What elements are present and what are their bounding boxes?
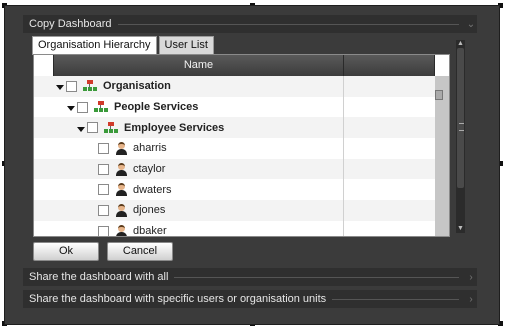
tree-row-ctaylor[interactable]: ctaylor (34, 158, 449, 180)
user-icon (115, 203, 128, 217)
tab-organisation-hierarchy[interactable]: Organisation Hierarchy (32, 36, 157, 55)
share-with-specific-label: Share the dashboard with specific users … (29, 293, 327, 305)
tree-row-aharris[interactable]: aharris (34, 138, 449, 159)
tree-row-label: djones (133, 204, 166, 217)
share-with-all-label: Share the dashboard with all (29, 271, 169, 283)
tab-bar: Organisation Hierarchy User List (32, 36, 216, 55)
chevron-down-icon[interactable] (67, 106, 75, 112)
column-header-name[interactable]: Name (54, 55, 344, 76)
row-checkbox[interactable] (98, 225, 109, 236)
column-header-extra (344, 55, 435, 76)
tree-row-people-services[interactable]: People Services (34, 96, 449, 118)
chevron-right-icon[interactable]: › (465, 294, 477, 305)
grid-body: Organisation People Services Employee Se… (34, 76, 449, 237)
org-chart-icon (94, 101, 108, 113)
grid-header: Name (34, 55, 449, 76)
tree-row-dwaters[interactable]: dwaters (34, 179, 449, 201)
chevron-right-icon[interactable]: › (465, 272, 477, 283)
grip-icon (459, 123, 464, 131)
header-scroll-spacer (435, 55, 449, 76)
tree-row-label: Employee Services (124, 121, 225, 134)
tree-row-label: ctaylor (133, 163, 166, 176)
scroll-up-icon[interactable]: ▲ (456, 40, 465, 48)
user-icon (115, 162, 128, 176)
row-checkbox[interactable] (98, 204, 109, 216)
row-checkbox[interactable] (66, 80, 77, 92)
tab-user-list[interactable]: User List (158, 36, 214, 54)
tree-row-label: dwaters (133, 183, 172, 196)
chevron-down-icon[interactable] (77, 126, 85, 132)
chevron-down-icon[interactable]: ⌄ (465, 19, 477, 30)
org-chart-icon (104, 121, 118, 134)
row-checkbox[interactable] (98, 163, 109, 175)
dialog-scrollbar[interactable]: ▲ ▼ (456, 40, 465, 233)
cancel-button[interactable]: Cancel (107, 242, 173, 261)
tree-row-employee-services[interactable]: Employee Services (34, 117, 449, 139)
tree-row-dbaker[interactable]: dbaker (34, 220, 449, 237)
grid-scrollbar-thumb[interactable] (435, 90, 443, 100)
section-divider (174, 276, 459, 278)
tree-row-organisation[interactable]: Organisation (34, 76, 449, 97)
row-checkbox[interactable] (98, 142, 109, 154)
dialog-title: Copy Dashboard (29, 18, 112, 30)
share-with-specific-section[interactable]: Share the dashboard with specific users … (23, 290, 477, 308)
tree-row-label: People Services (114, 101, 199, 114)
user-icon (115, 141, 128, 155)
tree-row-label: aharris (133, 142, 167, 155)
row-checkbox[interactable] (77, 101, 88, 113)
tree-row-label: Organisation (103, 80, 171, 93)
user-icon (115, 183, 128, 197)
chevron-down-icon[interactable] (56, 85, 64, 91)
section-divider (332, 298, 459, 300)
header-spacer (34, 55, 54, 76)
row-checkbox[interactable] (87, 122, 98, 134)
row-checkbox[interactable] (98, 184, 109, 196)
organisation-tree-grid: Name Organisation People Services Employ… (33, 54, 450, 237)
user-icon (115, 224, 128, 236)
tree-row-djones[interactable]: djones (34, 200, 449, 221)
header-divider (117, 23, 459, 25)
scroll-down-icon[interactable]: ▼ (456, 225, 465, 233)
scrollbar-thumb[interactable] (457, 48, 464, 188)
org-chart-icon (83, 80, 97, 92)
ok-button[interactable]: Ok (33, 242, 99, 261)
tree-row-label: dbaker (133, 225, 167, 237)
share-with-all-section[interactable]: Share the dashboard with all › (23, 268, 477, 286)
copy-dashboard-header[interactable]: Copy Dashboard ⌄ (23, 15, 477, 33)
